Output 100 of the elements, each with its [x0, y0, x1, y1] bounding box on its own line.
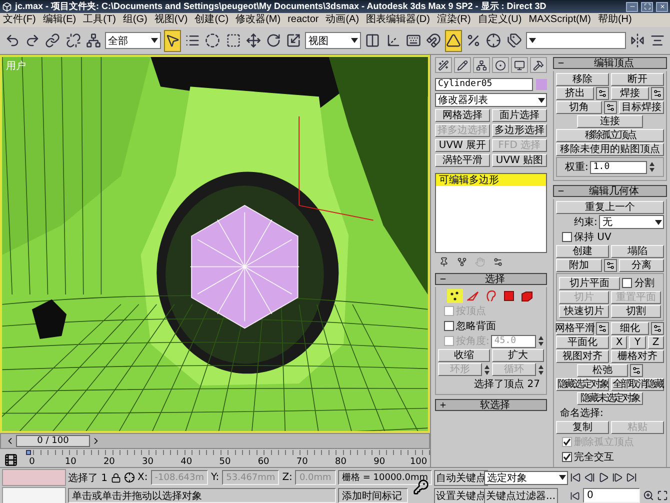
modifier-list-dropdown[interactable]: 修改器列表 — [435, 93, 547, 107]
settings-button[interactable] — [604, 101, 616, 114]
checkbox[interactable] — [562, 452, 572, 462]
menu-item[interactable]: 视图(V) — [154, 14, 188, 26]
modifier-button[interactable]: 网格选择 — [435, 109, 490, 122]
panel-button[interactable]: 附加 — [556, 259, 602, 272]
modifier-button[interactable]: 涡轮平滑 — [435, 154, 490, 167]
absolute-mode-icon[interactable] — [124, 472, 135, 483]
settings-button[interactable] — [596, 322, 609, 335]
close-button[interactable] — [656, 2, 668, 12]
modifier-button[interactable]: UVW 贴图 — [492, 154, 547, 167]
create-tab[interactable] — [435, 57, 452, 73]
panel-button[interactable]: 移除孤立顶点 — [556, 129, 664, 142]
selection-level-button[interactable] — [447, 289, 463, 303]
pin-icon[interactable] — [439, 257, 449, 267]
settings-button[interactable] — [604, 259, 616, 272]
key-mode-icon[interactable] — [570, 490, 580, 500]
checkbox[interactable] — [562, 232, 572, 242]
panel-button[interactable]: 扩大 — [492, 349, 544, 362]
minimize-button[interactable] — [626, 2, 638, 12]
fork-icon[interactable] — [457, 257, 467, 267]
rollout-header[interactable]: 软选择 — [435, 399, 547, 411]
play-icon[interactable] — [598, 472, 609, 483]
menu-item[interactable]: 工具(T) — [83, 14, 116, 26]
stack-item[interactable]: 可编辑多边形 — [436, 174, 546, 186]
menu-item[interactable]: 组(G) — [122, 14, 148, 26]
panel-button[interactable]: 收缩 — [438, 349, 490, 362]
panel-button[interactable]: 移除未使用的贴图顶点 — [556, 143, 664, 156]
panel-button[interactable]: X — [611, 336, 628, 349]
motion-tab[interactable] — [492, 57, 509, 73]
maximize-button[interactable] — [641, 2, 653, 12]
panel-button[interactable]: 网格平滑 — [556, 322, 594, 335]
panel-button[interactable]: 切角 — [556, 101, 602, 114]
settings-button[interactable] — [630, 364, 644, 377]
selection-level-button[interactable] — [519, 289, 535, 303]
panel-button[interactable]: 创建 — [556, 245, 609, 258]
checkbox[interactable] — [622, 278, 632, 288]
panel-button[interactable]: 隐藏选定对象 — [556, 378, 609, 391]
panel-button[interactable]: 隐藏未选定对象 — [576, 392, 644, 405]
panel-button[interactable]: 栅格对齐 — [611, 350, 664, 363]
menu-item[interactable]: 渲染(R) — [436, 14, 471, 26]
toolbar-dropdown[interactable]: 视图 — [305, 32, 362, 49]
panel-button[interactable]: 视图对齐 — [556, 350, 609, 363]
go-to-start-icon[interactable] — [570, 472, 581, 483]
menu-item[interactable]: 文件(F) — [3, 14, 36, 26]
menu-item[interactable]: 编辑(E) — [42, 14, 76, 26]
panel-button[interactable]: 切片平面 — [559, 276, 620, 290]
toolbar-dropdown[interactable]: 全部 — [104, 32, 161, 49]
panel-button[interactable]: 平面化 — [556, 336, 610, 349]
modify-tab[interactable] — [454, 57, 471, 73]
panel-button[interactable]: 全部取消隐藏 — [611, 378, 664, 391]
menu-item[interactable]: 创建(C) — [194, 14, 229, 26]
triangle-tool[interactable] — [445, 30, 462, 52]
next-frame-icon[interactable] — [612, 472, 623, 483]
menu-item[interactable]: 图表编辑器(D) — [366, 14, 430, 26]
key-filters-button[interactable]: 关键点过滤器... — [484, 488, 558, 503]
panel-button[interactable]: 重复上一个 — [556, 201, 664, 214]
time-slider-thumb[interactable]: 0 / 100 — [5, 435, 101, 448]
go-to-end-icon[interactable] — [626, 472, 637, 483]
time-tag-field[interactable]: 添加时间标记 — [338, 488, 408, 503]
panel-button[interactable]: 焊接 — [611, 87, 649, 100]
pointer-tool[interactable] — [164, 30, 182, 52]
rollout-header[interactable]: 选择 — [435, 273, 547, 285]
zoom-extents-icon[interactable] — [657, 490, 668, 501]
key-mode-dropdown[interactable]: 选定对象 — [484, 470, 568, 484]
panel-button[interactable]: 复制 — [556, 421, 609, 434]
panel-button[interactable]: Z — [648, 336, 664, 349]
object-color-swatch[interactable] — [536, 79, 547, 90]
previous-frame-icon[interactable] — [584, 472, 595, 483]
modifier-button[interactable]: 面片选择 — [492, 109, 547, 122]
menu-item[interactable]: 动画(A) — [326, 14, 360, 26]
panel-button[interactable]: 挤出 — [556, 87, 594, 100]
rollout-header[interactable]: 编辑几何体 — [553, 185, 667, 197]
panel-button[interactable]: 断开 — [611, 73, 664, 86]
panel-button[interactable]: 塌陷 — [611, 245, 664, 258]
object-name-field[interactable]: Cylinder05 — [435, 78, 533, 91]
toolbar-dropdown[interactable] — [526, 32, 626, 49]
timeline-config-icon[interactable] — [4, 453, 18, 467]
key-icon[interactable] — [413, 478, 429, 494]
frame-field[interactable]: 0 — [583, 488, 640, 503]
zoom-icon[interactable] — [643, 490, 654, 501]
selection-level-button[interactable] — [501, 289, 517, 303]
modifier-button[interactable]: UVW 展开 — [435, 139, 490, 152]
hierarchy-tab[interactable] — [473, 57, 490, 73]
display-tab[interactable] — [511, 57, 528, 73]
menu-item[interactable]: 自定义(U) — [478, 14, 522, 26]
weight-field[interactable]: 1.0 — [590, 160, 647, 174]
rollout-header[interactable]: 编辑顶点 — [553, 57, 667, 69]
menu-item[interactable]: 帮助(H) — [598, 14, 632, 26]
panel-button[interactable]: 连接 — [576, 115, 644, 128]
modifier-button[interactable]: 多边形选择 — [492, 124, 547, 137]
settings-button[interactable] — [596, 87, 609, 100]
constraint-dropdown[interactable]: 无 — [599, 215, 664, 229]
settings-button[interactable] — [651, 322, 664, 335]
panel-button[interactable]: 细化 — [611, 322, 649, 335]
panel-button[interactable]: 移除 — [556, 73, 609, 86]
menu-item[interactable]: MAXScript(M) — [528, 14, 591, 26]
configure-icon[interactable] — [493, 257, 503, 267]
panel-button[interactable]: 切割 — [611, 305, 661, 318]
settings-button[interactable] — [651, 87, 664, 100]
